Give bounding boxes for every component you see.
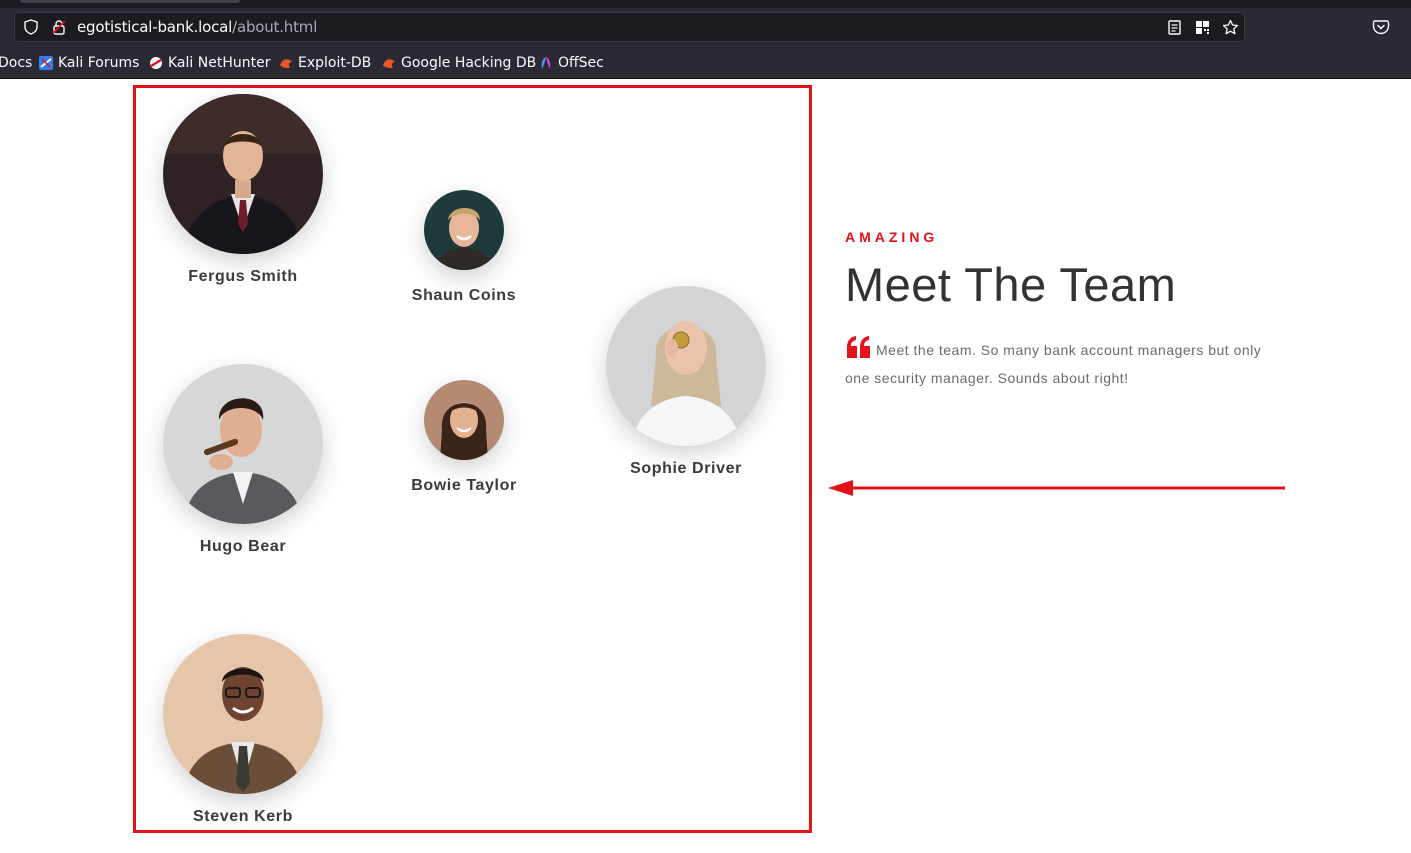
about-page: Fergus Smith Shaun Coins Sophie Driver H…: [0, 79, 1411, 853]
quote-text: Meet the team. So many bank account mana…: [845, 342, 1262, 386]
ghdb-icon: [383, 59, 395, 68]
bookmark-label: OffSec: [558, 55, 604, 71]
tracking-shield-icon[interactable]: [23, 19, 39, 35]
offsec-icon: [541, 57, 551, 69]
section-title: Meet The Team: [845, 258, 1177, 311]
section-eyebrow: AMAZING: [845, 229, 939, 245]
bookmark-offsec[interactable]: OffSec: [539, 54, 604, 72]
bookmark-exploit-db[interactable]: Exploit-DB: [279, 54, 371, 72]
bookmark-label: Kali Forums: [58, 55, 140, 71]
team-intro: AMAZING Meet The Team Meet the team. So …: [845, 229, 1265, 392]
team-member-name: Sophie Driver: [630, 460, 742, 477]
bookmark-star-icon[interactable]: [1222, 19, 1239, 36]
bookmark-docs[interactable]: Docs: [0, 54, 32, 72]
team-member-photo: [163, 364, 323, 524]
team-member-name: Steven Kerb: [193, 808, 293, 825]
url-domain: egotistical-bank.local: [77, 18, 233, 36]
exploit-db-icon: [280, 59, 292, 68]
annotation-arrow: [828, 480, 1285, 496]
team-member-card: Steven Kerb: [143, 634, 343, 826]
team-member-name: Hugo Bear: [199, 538, 287, 555]
team-member-card: Hugo Bear: [143, 364, 343, 556]
reader-view-icon[interactable]: [1166, 19, 1183, 36]
bookmark-kali-nethunter[interactable]: Kali NetHunter: [149, 54, 270, 72]
team-member-photo: [163, 634, 323, 794]
bookmark-label: Google Hacking DB: [401, 55, 537, 71]
tab-strip: [0, 0, 1411, 8]
quote-icon: [847, 336, 870, 358]
team-member-photo: [606, 286, 766, 446]
bookmark-label: Docs: [0, 55, 33, 71]
nethunter-icon: [150, 57, 162, 69]
url-path: /about.html: [232, 18, 318, 36]
active-tab[interactable]: [20, 0, 240, 3]
team-member-card: Fergus Smith: [143, 94, 343, 286]
bookmarks-toolbar: Docs Kali Forums Kali NetHunter Exploit-…: [0, 48, 1411, 79]
url-bar[interactable]: egotistical-bank.local/about.html: [14, 12, 1245, 42]
team-member-card: Sophie Driver: [586, 286, 786, 478]
bookmark-label: Kali NetHunter: [168, 55, 271, 71]
url-text[interactable]: egotistical-bank.local/about.html: [77, 18, 317, 36]
team-member-photo: [424, 380, 504, 460]
bookmark-kali-forums[interactable]: Kali Forums: [39, 54, 139, 72]
browser-toolbar: egotistical-bank.local/about.html: [0, 8, 1411, 48]
team-member-photo: [424, 190, 504, 270]
qr-code-icon[interactable]: [1194, 19, 1211, 36]
team-quote: Meet the team. So many bank account mana…: [845, 336, 1265, 392]
team-member-name: Shaun Coins: [411, 287, 517, 304]
team-member-card: Shaun Coins: [384, 190, 544, 305]
bookmark-google-hacking-db[interactable]: Google Hacking DB: [382, 54, 536, 72]
team-member-photo: [163, 94, 323, 254]
team-member-name: Fergus Smith: [188, 268, 298, 285]
team-member-card: Bowie Taylor: [384, 380, 544, 495]
team-member-name: Bowie Taylor: [411, 477, 517, 494]
pocket-icon[interactable]: [1372, 18, 1390, 36]
kali-forums-icon: [39, 56, 53, 70]
bookmark-label: Exploit-DB: [298, 55, 372, 71]
insecure-lock-icon[interactable]: [51, 19, 67, 35]
